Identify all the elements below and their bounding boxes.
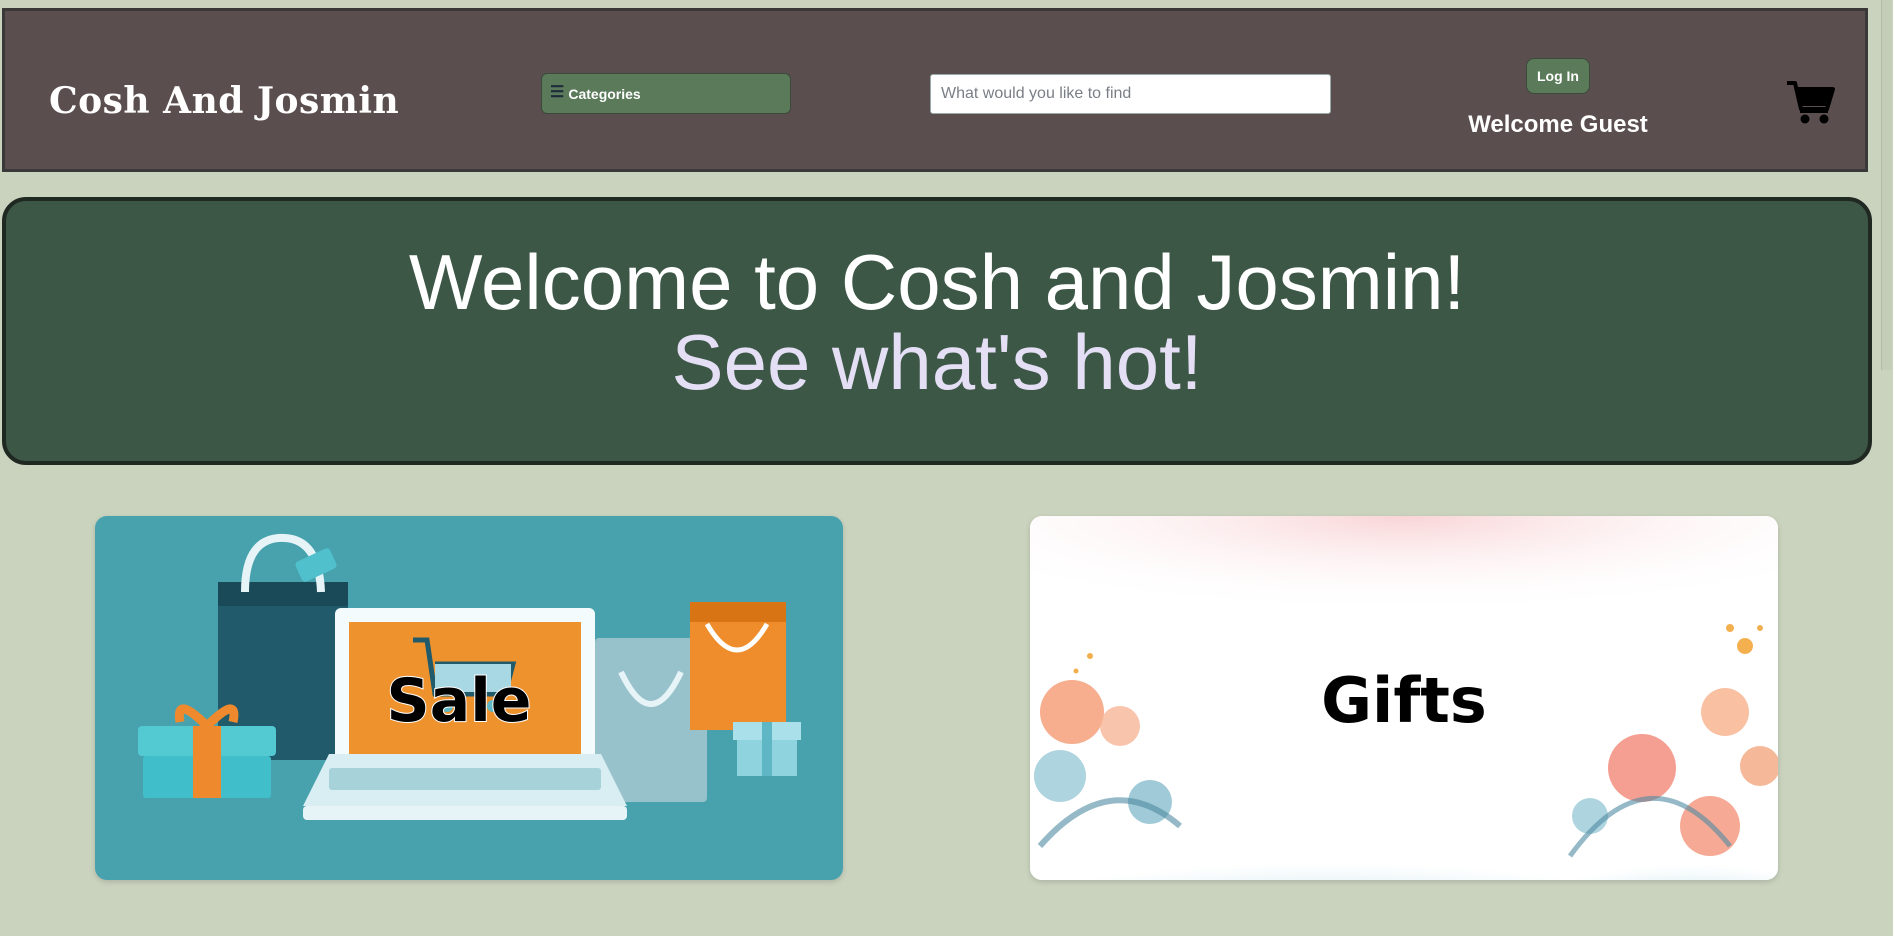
welcome-guest-text: Welcome Guest <box>1468 111 1648 138</box>
categories-label: Categories <box>568 85 641 102</box>
login-button[interactable]: Log In <box>1526 58 1590 94</box>
page-scrollbar[interactable] <box>1879 0 1893 936</box>
gifts-label: Gifts <box>1321 664 1487 737</box>
gifts-card[interactable]: Gifts <box>1030 516 1778 880</box>
hamburger-menu-icon: ☰ <box>550 83 565 101</box>
shopping-cart-icon[interactable] <box>1785 79 1835 125</box>
search-input[interactable] <box>930 74 1331 114</box>
scrollbar-thumb[interactable] <box>1881 0 1892 370</box>
sale-label: Sale <box>386 665 533 737</box>
brand-logo[interactable]: Cosh And Josmin <box>49 80 399 122</box>
sale-card[interactable]: Sale <box>95 516 843 880</box>
site-header: Cosh And Josmin ☰ Categories Log In Welc… <box>2 8 1868 172</box>
hero-subtitle: See what's hot! <box>671 318 1203 406</box>
hero-title: Welcome to Cosh and Josmin! <box>408 238 1466 326</box>
hero-banner: Welcome to Cosh and Josmin! See what's h… <box>2 197 1872 465</box>
categories-button[interactable]: ☰ Categories <box>541 73 791 114</box>
